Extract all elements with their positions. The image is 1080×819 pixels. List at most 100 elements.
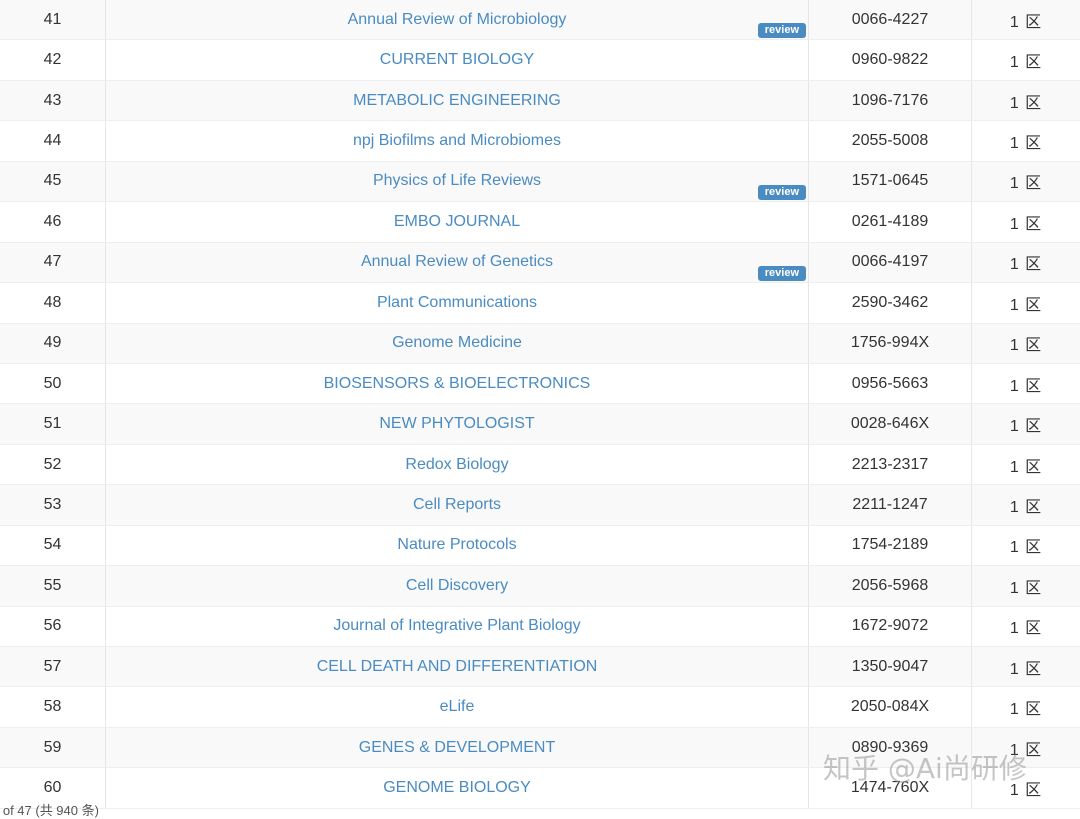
journal-title-link[interactable]: CURRENT BIOLOGY	[380, 51, 534, 68]
zone-label: 1 区	[1010, 135, 1042, 152]
journal-title-cell: npj Biofilms and Microbiomes	[106, 121, 809, 161]
watermark: 知乎 @Ai尚研修	[823, 747, 1027, 787]
rank-cell: 53	[0, 485, 106, 525]
journal-title-cell: Cell Reports	[106, 485, 809, 525]
zone-label: 1 区	[1010, 459, 1042, 476]
zone-label: 1 区	[1010, 95, 1042, 112]
rank-cell: 56	[0, 606, 106, 646]
journal-title-cell: GENOME BIOLOGY	[106, 768, 809, 808]
table-row: 44 npj Biofilms and Microbiomes 2055-5008 1…	[0, 121, 1080, 161]
journal-title-cell: Cell Discovery	[106, 566, 809, 606]
journal-title-cell: Annual Review of Microbiology review	[106, 0, 809, 40]
journal-title-cell: METABOLIC ENGINEERING	[106, 80, 809, 120]
journal-title-cell: Physics of Life Reviewsreview	[106, 161, 809, 201]
zone-cell: 1 区	[972, 242, 1080, 282]
rank-cell: 51	[0, 404, 106, 444]
zone-cell: 1 区	[972, 525, 1080, 565]
issn-cell: 1096-7176	[809, 80, 972, 120]
zone-label: 1 区	[1010, 256, 1042, 273]
journal-title-link[interactable]: eLife	[440, 698, 475, 715]
issn-cell: 2213-2317	[809, 444, 972, 484]
rank-cell: 42	[0, 40, 106, 80]
zone-cell: 1 区	[972, 80, 1080, 120]
table-row: 47 Annual Review of Genetics review0066-41…	[0, 242, 1080, 282]
pagination-info: 3 of 47 (共 940 条)	[0, 800, 99, 819]
zone-cell: 1 区	[972, 283, 1080, 323]
zone-cell: 1 区	[972, 485, 1080, 525]
rank-cell: 58	[0, 687, 106, 727]
issn-cell: 1754-2189	[809, 525, 972, 565]
journal-title-link[interactable]: Redox Biology	[405, 456, 508, 473]
journal-title-cell: BIOSENSORS & BIOELECTRONICS	[106, 363, 809, 403]
zone-label: 1 区	[1010, 175, 1042, 192]
journal-title-link[interactable]: npj Biofilms and Microbiomes	[353, 132, 561, 149]
journal-title-cell: Redox Biology	[106, 444, 809, 484]
journal-title-link[interactable]: Physics of Life Reviews	[373, 172, 541, 189]
zone-cell: 1 区	[972, 121, 1080, 161]
table-row: 46 EMBO JOURNAL 0261-41891 区	[0, 202, 1080, 242]
journal-title-cell: Genome Medicine	[106, 323, 809, 363]
zone-label: 1 区	[1010, 418, 1042, 435]
issn-cell: 0960-9822	[809, 40, 972, 80]
journal-title-link[interactable]: METABOLIC ENGINEERING	[353, 92, 561, 109]
table-row: 51NEW PHYTOLOGIST0028-646X1 区	[0, 404, 1080, 444]
rank-cell: 46	[0, 202, 106, 242]
journal-title-link[interactable]: Journal of Integrative Plant Biology	[333, 617, 580, 634]
table-row: 58 eLife 2050-084X 1 区	[0, 687, 1080, 727]
zone-cell: 1 区	[972, 40, 1080, 80]
journal-title-link[interactable]: EMBO JOURNAL	[394, 213, 520, 230]
journal-title-link[interactable]: NEW PHYTOLOGIST	[379, 415, 534, 432]
table-row: 50BIOSENSORS & BIOELECTRONICS0956-56631 …	[0, 363, 1080, 403]
journal-title-cell: Plant Communications	[106, 283, 809, 323]
rank-cell: 49	[0, 323, 106, 363]
journal-title-link[interactable]: Genome Medicine	[392, 334, 522, 351]
journal-title-link[interactable]: Annual Review of Microbiology	[348, 11, 567, 28]
journal-title-link[interactable]: GENES & DEVELOPMENT	[359, 739, 556, 756]
issn-cell: 2050-084X	[809, 687, 972, 727]
zone-cell: 1 区	[972, 323, 1080, 363]
journal-title-cell: Journal of Integrative Plant Biology	[106, 606, 809, 646]
table-row: 48Plant Communications2590-34621 区	[0, 283, 1080, 323]
issn-cell: 0066-4197	[809, 242, 972, 282]
journal-title-cell: GENES & DEVELOPMENT	[106, 727, 809, 767]
zone-label: 1 区	[1010, 580, 1042, 597]
rank-cell: 55	[0, 566, 106, 606]
zone-cell: 1 区	[972, 202, 1080, 242]
rank-cell: 59	[0, 727, 106, 767]
zone-cell: 1 区	[972, 404, 1080, 444]
journal-title-link[interactable]: BIOSENSORS & BIOELECTRONICS	[324, 375, 591, 392]
journal-title-cell: EMBO JOURNAL	[106, 202, 809, 242]
journal-title-cell: CURRENT BIOLOGY	[106, 40, 809, 80]
zone-label: 1 区	[1010, 701, 1042, 718]
issn-cell: 0261-4189	[809, 202, 972, 242]
rank-cell: 41	[0, 0, 106, 40]
journal-title-link[interactable]: CELL DEATH AND DIFFERENTIATION	[317, 658, 598, 675]
table-row: 45Physics of Life Reviewsreview1571-0645…	[0, 161, 1080, 201]
rank-cell: 52	[0, 444, 106, 484]
review-badge: review	[758, 23, 806, 38]
zone-label: 1 区	[1010, 378, 1042, 395]
journal-title-link[interactable]: Annual Review of Genetics	[361, 253, 553, 270]
rank-cell: 47	[0, 242, 106, 282]
rank-cell: 44	[0, 121, 106, 161]
zone-label: 1 区	[1010, 620, 1042, 637]
issn-cell: 2055-5008	[809, 121, 972, 161]
journal-title-cell: CELL DEATH AND DIFFERENTIATION	[106, 647, 809, 687]
zone-cell: 1 区	[972, 161, 1080, 201]
zone-label: 1 区	[1010, 337, 1042, 354]
journal-title-link[interactable]: Cell Discovery	[406, 577, 508, 594]
rank-cell: 57	[0, 647, 106, 687]
zone-cell: 1 区	[972, 0, 1080, 40]
journal-title-link[interactable]: Nature Protocols	[397, 536, 516, 553]
review-badge: review	[758, 266, 806, 281]
journal-title-link[interactable]: GENOME BIOLOGY	[383, 779, 531, 796]
rank-cell: 50	[0, 363, 106, 403]
zone-cell: 1 区	[972, 444, 1080, 484]
zone-label: 1 区	[1010, 54, 1042, 71]
issn-cell: 1672-9072	[809, 606, 972, 646]
zone-cell: 1 区	[972, 363, 1080, 403]
journal-title-link[interactable]: Cell Reports	[413, 496, 501, 513]
zone-cell: 1 区	[972, 566, 1080, 606]
journal-title-link[interactable]: Plant Communications	[377, 294, 537, 311]
table-row: 53Cell Reports2211-12471 区	[0, 485, 1080, 525]
